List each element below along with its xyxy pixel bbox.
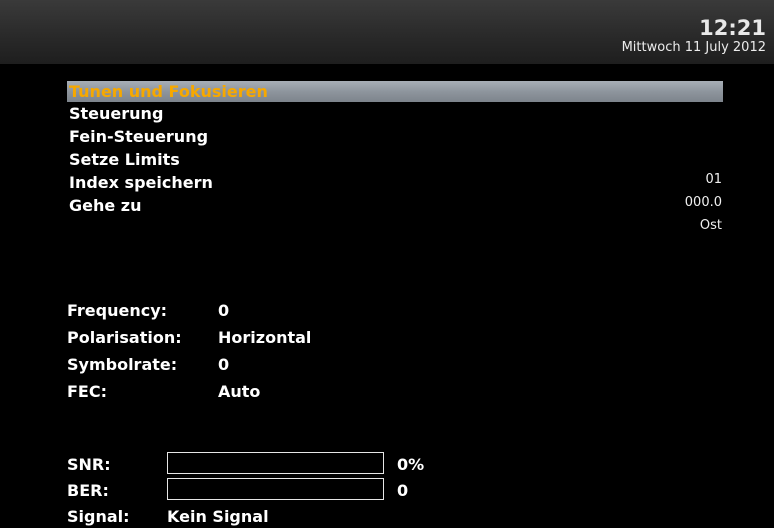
- polarisation-label: Polarisation:: [67, 328, 182, 347]
- fec-label: FEC:: [67, 382, 107, 401]
- menu-item-index-speichern[interactable]: Index speichern: [67, 171, 723, 194]
- symbolrate-value: 0: [218, 355, 230, 374]
- date-display: Mittwoch 11 July 2012: [621, 40, 766, 55]
- symbolrate-label: Symbolrate:: [67, 355, 178, 374]
- direction-value: Ost: [699, 218, 722, 233]
- menu-item-fein-steuerung[interactable]: Fein-Steuerung: [67, 125, 723, 148]
- signal-status: Kein Signal: [167, 507, 269, 526]
- ber-label: BER:: [67, 481, 109, 500]
- clock: 12:21: [699, 16, 766, 40]
- menu-item-tunen-und-fokusieren[interactable]: Tunen und Fokusieren: [67, 81, 723, 102]
- signal-label: Signal:: [67, 507, 130, 526]
- snr-value: 0%: [397, 455, 425, 474]
- positioner-menu: Tunen und Fokusieren Steuerung Fein-Steu…: [67, 81, 723, 217]
- ber-value: 0: [397, 481, 409, 500]
- menu-item-steuerung[interactable]: Steuerung: [67, 102, 723, 125]
- snr-bar: [167, 452, 384, 474]
- index-value: 01: [705, 172, 722, 187]
- ber-bar: [167, 478, 384, 500]
- polarisation-value: Horizontal: [218, 328, 312, 347]
- snr-label: SNR:: [67, 455, 111, 474]
- frequency-label: Frequency:: [67, 301, 168, 320]
- menu-item-gehe-zu[interactable]: Gehe zu: [67, 194, 723, 217]
- goto-position-value: 000.0: [684, 195, 722, 210]
- fec-value: Auto: [218, 382, 261, 401]
- menu-item-setze-limits[interactable]: Setze Limits: [67, 148, 723, 171]
- header-bar: 12:21 Mittwoch 11 July 2012: [0, 0, 774, 64]
- frequency-value: 0: [218, 301, 230, 320]
